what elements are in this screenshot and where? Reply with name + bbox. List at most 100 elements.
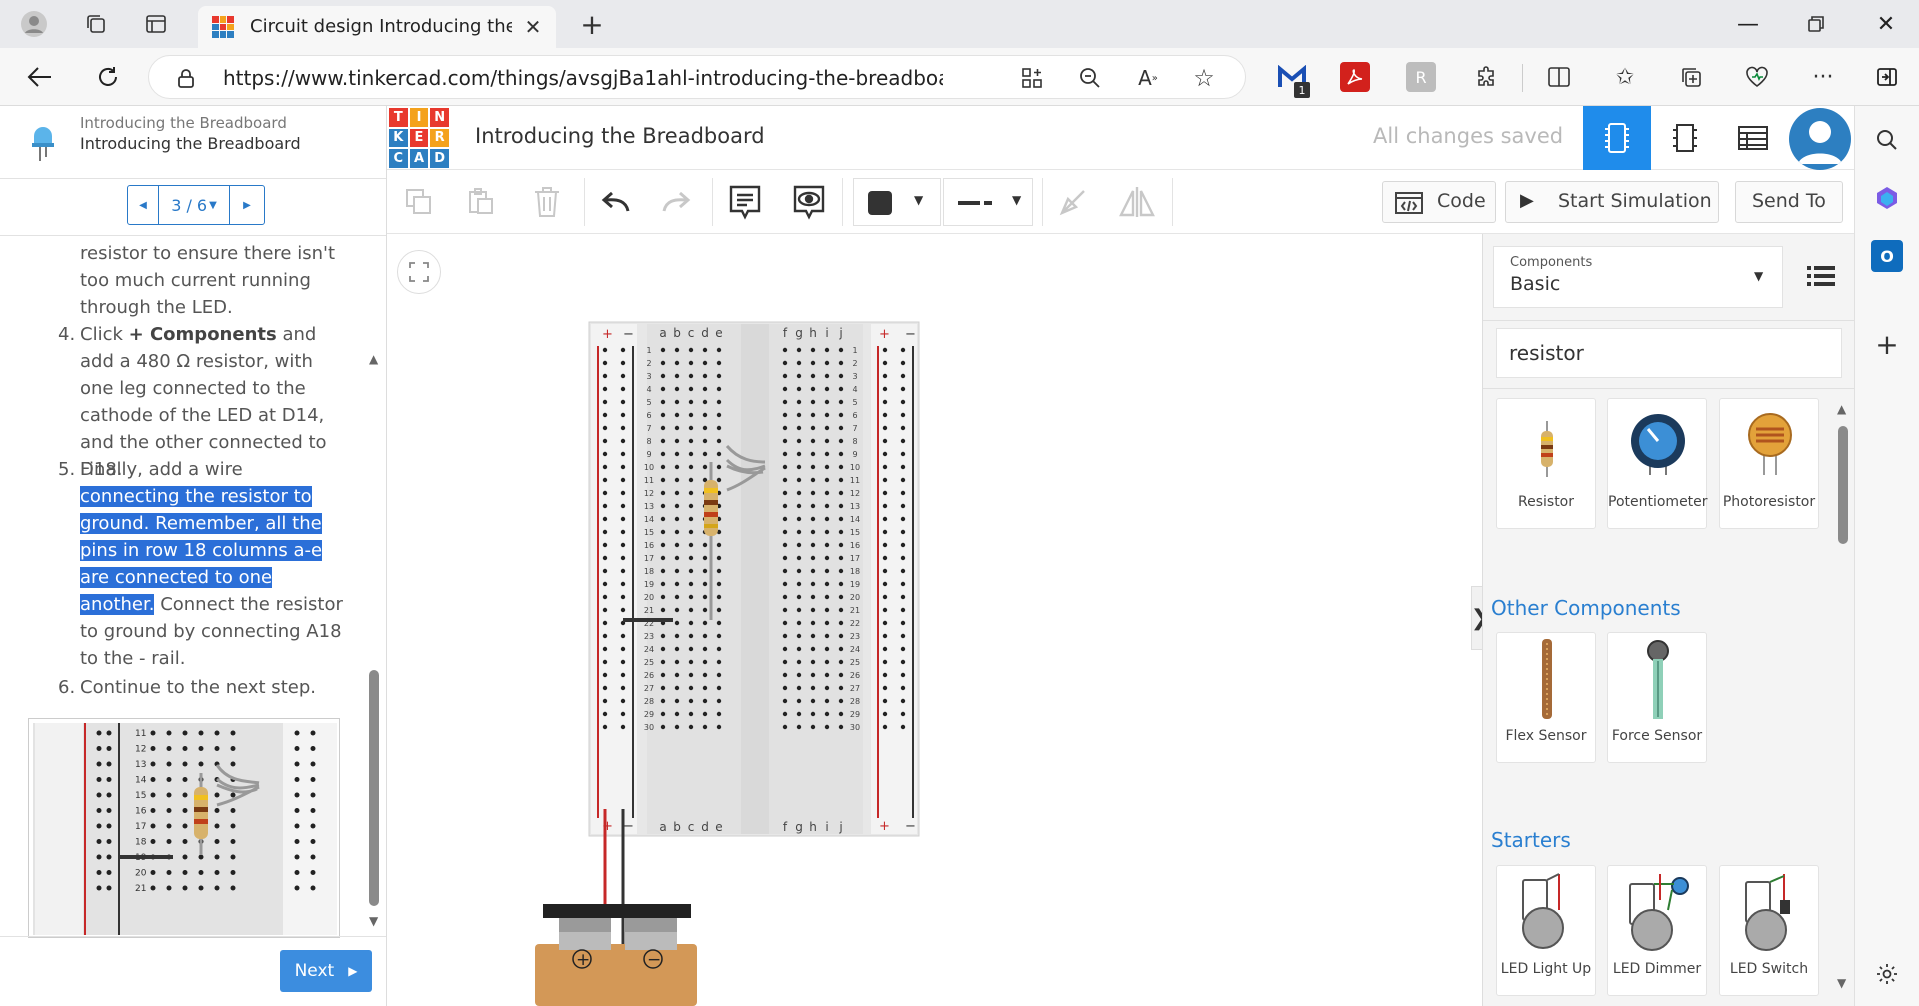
breadboard-hole[interactable] [824, 464, 830, 470]
breadboard-hole[interactable] [688, 594, 694, 600]
wire-type-picker[interactable]: ▼ [943, 178, 1033, 226]
breadboard-hole[interactable] [660, 698, 666, 704]
rail-hole[interactable] [602, 542, 608, 548]
rail-hole[interactable] [900, 425, 906, 431]
breadboard-hole[interactable] [674, 646, 680, 652]
profile-icon[interactable] [16, 8, 52, 40]
breadboard-hole[interactable] [810, 425, 816, 431]
breadboard-hole[interactable] [702, 685, 708, 691]
rail-hole[interactable] [620, 529, 626, 535]
breadboard-hole[interactable] [716, 659, 722, 665]
breadboard-hole[interactable] [674, 425, 680, 431]
design-title[interactable]: Introducing the Breadboard [475, 124, 765, 148]
breadboard-hole[interactable] [660, 724, 666, 730]
breadboard-hole[interactable] [688, 620, 694, 626]
breadboard-hole[interactable] [702, 425, 708, 431]
rail-hole[interactable] [602, 633, 608, 639]
close-window-icon[interactable]: ✕ [1868, 8, 1904, 40]
rail-hole[interactable] [900, 516, 906, 522]
rail-hole[interactable] [602, 711, 608, 717]
breadboard-hole[interactable] [716, 412, 722, 418]
breadboard-hole[interactable] [810, 373, 816, 379]
breadboard-hole[interactable] [674, 438, 680, 444]
breadboard-hole[interactable] [688, 464, 694, 470]
rail-hole[interactable] [882, 425, 888, 431]
rail-hole[interactable] [602, 412, 608, 418]
breadboard-hole[interactable] [810, 672, 816, 678]
breadboard-hole[interactable] [660, 503, 666, 509]
next-button[interactable]: Next ▶ [280, 950, 372, 992]
breadboard-hole[interactable] [782, 490, 788, 496]
rail-hole[interactable] [602, 594, 608, 600]
breadboard-svg[interactable]: + − + − + − + − aabbccddeeffgghhiijj 1 12… [387, 234, 1482, 1006]
breadboard-hole[interactable] [660, 568, 666, 574]
breadboard-hole[interactable] [716, 581, 722, 587]
address-bar[interactable]: https://www.tinkercad.com/things/avsgjBa… [148, 55, 1246, 99]
breadboard-hole[interactable] [782, 594, 788, 600]
breadboard-hole[interactable] [810, 412, 816, 418]
starter-card-led-switch[interactable]: LED Switch [1719, 865, 1819, 996]
breadboard-hole[interactable] [838, 633, 844, 639]
breadboard-hole[interactable] [810, 607, 816, 613]
breadboard-hole[interactable] [702, 607, 708, 613]
back-icon[interactable] [22, 60, 58, 94]
breadboard-hole[interactable] [688, 698, 694, 704]
start-simulation-button[interactable]: ▶ Start Simulation [1505, 181, 1719, 223]
breadboard-hole[interactable] [702, 347, 708, 353]
breadboard-hole[interactable] [838, 620, 844, 626]
breadboard-hole[interactable] [824, 529, 830, 535]
breadboard-hole[interactable] [782, 425, 788, 431]
breadboard-hole[interactable] [702, 594, 708, 600]
breadboard-hole[interactable] [688, 490, 694, 496]
breadboard-hole[interactable] [838, 724, 844, 730]
breadboard-hole[interactable] [782, 386, 788, 392]
breadboard-hole[interactable] [796, 399, 802, 405]
rail-hole[interactable] [882, 659, 888, 665]
rail-hole[interactable] [882, 529, 888, 535]
breadboard-hole[interactable] [660, 594, 666, 600]
breadboard-hole[interactable] [660, 646, 666, 652]
rail-hole[interactable] [620, 555, 626, 561]
breadboard-hole[interactable] [838, 581, 844, 587]
rail-hole[interactable] [620, 646, 626, 652]
rail-hole[interactable] [602, 425, 608, 431]
breadboard-hole[interactable] [782, 633, 788, 639]
breadboard-hole[interactable] [782, 529, 788, 535]
breadboard-hole[interactable] [674, 464, 680, 470]
breadboard-hole[interactable] [838, 698, 844, 704]
breadboard-hole[interactable] [688, 360, 694, 366]
refresh-icon[interactable] [90, 60, 126, 94]
breadboard-hole[interactable] [660, 477, 666, 483]
rail-hole[interactable] [900, 451, 906, 457]
breadboard-hole[interactable] [810, 399, 816, 405]
rail-hole[interactable] [882, 438, 888, 444]
breadboard-hole[interactable] [660, 347, 666, 353]
rail-hole[interactable] [602, 399, 608, 405]
breadboard-hole[interactable] [716, 425, 722, 431]
breadboard-hole[interactable] [660, 581, 666, 587]
rail-hole[interactable] [602, 724, 608, 730]
scroll-down-icon[interactable]: ▼ [369, 914, 381, 928]
breadboard-hole[interactable] [796, 412, 802, 418]
rail-hole[interactable] [602, 555, 608, 561]
breadboard-hole[interactable] [660, 399, 666, 405]
rail-hole[interactable] [620, 516, 626, 522]
breadboard-hole[interactable] [796, 386, 802, 392]
breadboard-hole[interactable] [674, 711, 680, 717]
rail-hole[interactable] [620, 607, 626, 613]
breadboard-hole[interactable] [824, 373, 830, 379]
rail-hole[interactable] [900, 659, 906, 665]
breadboard-hole[interactable] [782, 568, 788, 574]
delete-icon[interactable] [525, 180, 569, 224]
breadboard-hole[interactable] [716, 568, 722, 574]
rail-hole[interactable] [602, 347, 608, 353]
breadboard-hole[interactable] [702, 698, 708, 704]
lesson-breadcrumb-parent[interactable]: Introducing the Breadboard [80, 114, 287, 132]
breadboard-hole[interactable] [824, 516, 830, 522]
rail-hole[interactable] [620, 685, 626, 691]
breadboard-hole[interactable] [810, 386, 816, 392]
rail-hole[interactable] [602, 698, 608, 704]
breadboard-hole[interactable] [702, 646, 708, 652]
breadboard-hole[interactable] [810, 490, 816, 496]
breadboard-hole[interactable] [838, 555, 844, 561]
